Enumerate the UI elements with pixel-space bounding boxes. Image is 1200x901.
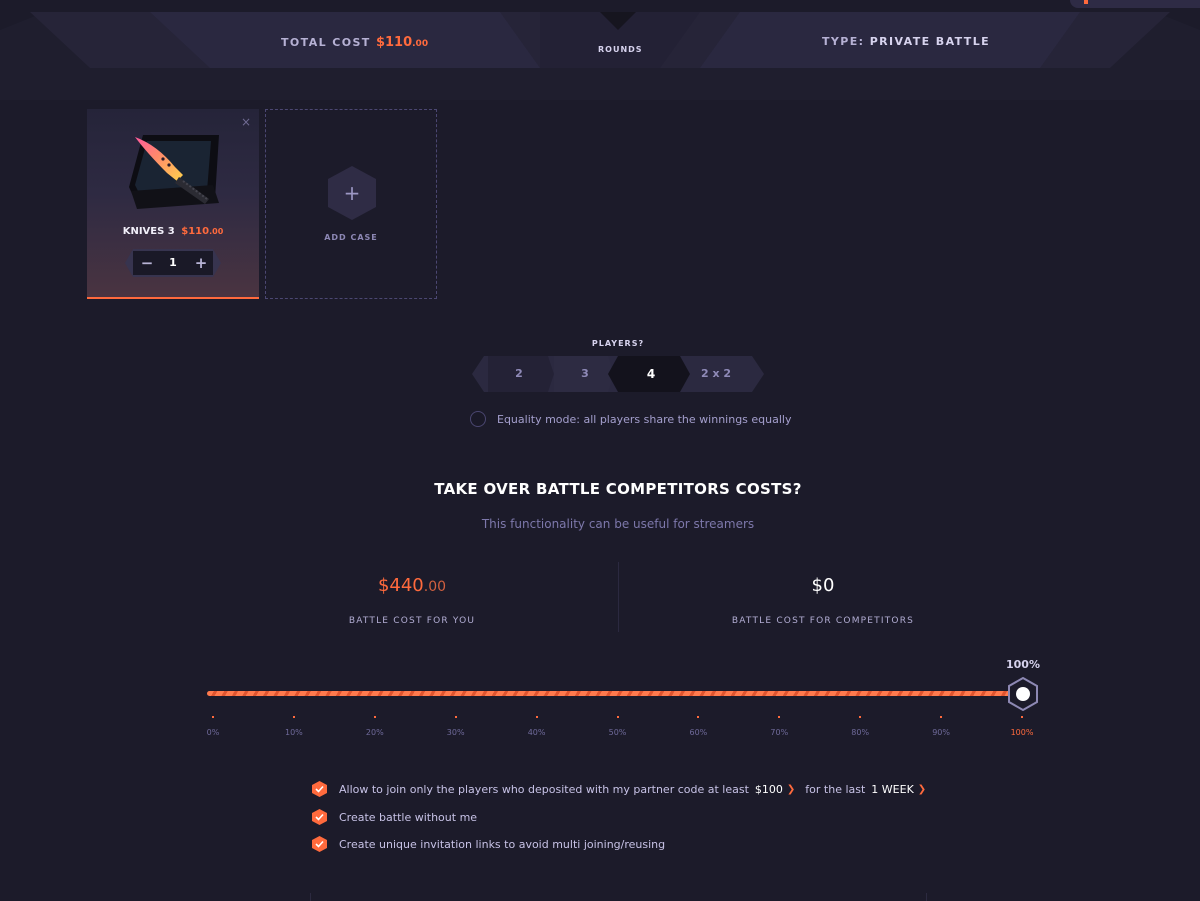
equality-mode-radio[interactable] [470,411,486,427]
slider-tick-mark [616,716,619,718]
cost-for-competitors-value: $0 [811,575,835,596]
create-without-me-option: Create battle without me [312,809,477,825]
takeover-title: TAKE OVER BATTLE COMPETITORS COSTS? [434,480,802,498]
unique-links-label: Create unique invitation links to avoid … [339,837,666,851]
type-value: PRIVATE BATTLE [869,35,991,48]
players-option-4[interactable]: 4 [618,356,684,392]
slider-tick-mark [454,716,457,718]
slider-tick-label[interactable]: 50% [598,728,638,737]
players-option-2x2[interactable]: 2 x 2 [686,356,746,392]
footer-divider [926,893,927,901]
players-selector: 2 3 4 2 x 2 [472,356,764,392]
slider-tick-label[interactable]: 0% [193,728,233,737]
checked-icon[interactable] [312,809,327,825]
rounds-label: ROUNDS [598,45,643,54]
total-cost-value: $110 [375,35,413,50]
chevron-down-icon[interactable]: ❯ [787,784,795,795]
slider-tick-mark [1021,716,1023,718]
cost-for-you: $440.00 BATTLE COST FOR YOU [207,575,617,626]
slider-tick-mark [778,716,781,718]
cost-share-slider-track[interactable] [207,691,1022,696]
cost-for-you-dollars: $440 [377,575,424,596]
add-case-label: ADD CASE [324,233,378,242]
increase-quantity-button[interactable]: + [191,254,211,272]
players-label: PLAYERS? [591,339,645,348]
partner-code-text: Allow to join only the players who depos… [339,782,749,796]
slider-tick-mark [212,716,214,718]
decrease-quantity-button[interactable]: − [137,254,157,272]
slider-tick-mark [859,716,862,718]
unique-links-option: Create unique invitation links to avoid … [312,836,665,852]
total-cost-label: TOTAL COST [281,36,371,49]
partner-amount-select[interactable]: $100 [755,783,783,796]
partner-period-select[interactable]: 1 WEEK [871,783,914,796]
slider-tick-label[interactable]: 80% [840,728,880,737]
checked-icon[interactable] [312,836,327,852]
case-name: KNIVES 3 [122,226,175,237]
slider-value-readout: 100% [1006,658,1040,671]
slider-handle[interactable] [1006,677,1040,711]
takeover-subtitle: This functionality can be useful for str… [481,517,755,531]
cost-for-you-value: $440.00 [207,575,617,596]
slider-tick-label[interactable]: 100% [1002,728,1042,737]
players-option-3[interactable]: 3 [554,356,616,392]
add-case-button[interactable]: + ADD CASE [265,109,437,299]
battle-header: TOTAL COST $110.00 ROUNDS TYPE: PRIVATE … [0,0,1200,100]
cost-for-competitors: $0 BATTLE COST FOR COMPETITORS [618,575,1028,626]
battle-type: TYPE: PRIVATE BATTLE [822,35,990,48]
slider-tick-label[interactable]: 30% [436,728,476,737]
plus-icon: + [343,181,361,205]
case-card: × KNIVES 3 $110.00 − 1 + [87,109,259,299]
cost-for-competitors-label: BATTLE COST FOR COMPETITORS [731,616,915,626]
slider-tick-label[interactable]: 10% [274,728,314,737]
equality-mode-label: Equality mode: all players share the win… [497,412,792,426]
slider-tick-mark [535,716,538,718]
case-price-dollars: $110 [181,226,210,237]
total-cost: TOTAL COST $110.00 [281,35,428,50]
equality-mode-toggle[interactable]: Equality mode: all players share the win… [470,410,792,428]
type-label: TYPE: [822,35,865,48]
slider-tick-label[interactable]: 60% [678,728,718,737]
slider-tick-label[interactable]: 90% [921,728,961,737]
slider-tick-mark [292,716,295,718]
partner-period-text: for the last [805,782,866,796]
user-corner-chip[interactable] [1070,0,1200,8]
case-price-cents: .00 [209,227,224,236]
case-title: KNIVES 3 $110.00 [87,226,259,237]
slider-tick-mark [940,716,943,718]
slider-tick-label[interactable]: 70% [759,728,799,737]
quantity-value: 1 [169,256,177,269]
knife-case-image [129,135,219,209]
slider-tick-label[interactable]: 20% [355,728,395,737]
checked-icon[interactable] [312,781,327,797]
slider-tick-mark [373,716,376,718]
total-cost-cents: .00 [412,39,429,49]
slider-tick-mark [697,716,700,718]
partner-code-option: Allow to join only the players who depos… [312,781,936,797]
remove-case-button[interactable]: × [241,115,251,129]
cost-for-you-label: BATTLE COST FOR YOU [348,616,476,626]
players-option-2[interactable]: 2 [488,356,550,392]
case-price: $110.00 [181,226,223,237]
footer-divider [310,893,311,901]
cost-for-you-cents: .00 [423,579,447,595]
chevron-down-icon[interactable]: ❯ [918,784,926,795]
slider-tick-label[interactable]: 40% [517,728,557,737]
quantity-stepper: − 1 + [125,249,221,277]
create-without-me-label: Create battle without me [339,810,478,824]
